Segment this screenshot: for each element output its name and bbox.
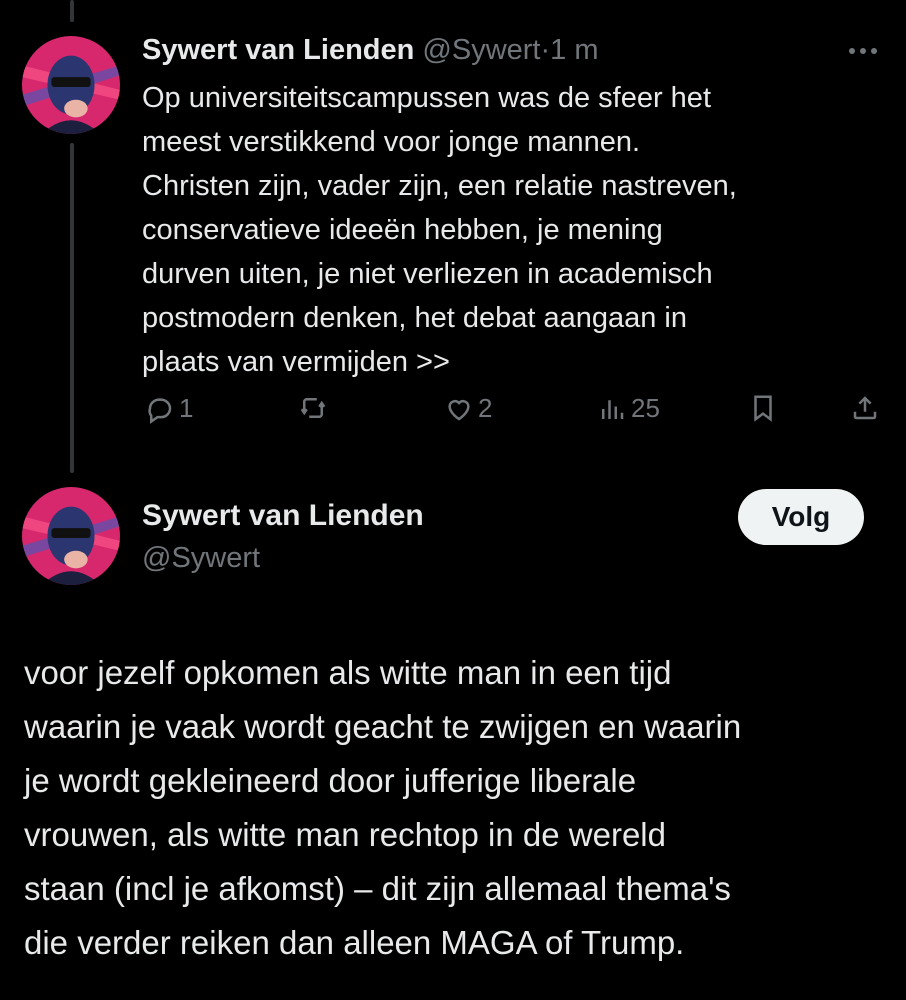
more-icon[interactable] [843,36,883,66]
thread-line-top [70,0,74,22]
author-name[interactable]: Sywert van Lienden [142,496,424,536]
share-button[interactable] [850,393,880,423]
main-tweet-text: voor jezelf opkomen als witte man in een… [24,654,742,961]
avatar[interactable] [22,36,120,134]
avatar-image [22,487,120,585]
views-button[interactable]: 25 [597,393,660,424]
tweet-actions: 1 2 25 [0,393,906,439]
author-handle[interactable]: @Sywert [142,538,260,578]
bookmark-icon [754,395,772,422]
reply-count: 1 [179,393,194,423]
reply-tweet-text: Op universiteitscampussen was de sfeer h… [142,82,737,378]
reply-tweet-header: Sywert van Lienden @Sywert·1 m [142,28,599,72]
views-count: 25 [631,393,660,423]
timestamp[interactable]: 1 m [550,34,598,66]
author-handle[interactable]: @Sywert [422,34,540,66]
like-count: 2 [478,393,493,423]
like-button[interactable]: 2 [444,393,492,424]
avatar[interactable] [22,487,120,585]
retweet-icon [300,398,326,418]
like-icon [448,399,470,420]
separator: · [540,34,551,66]
bookmark-button[interactable] [748,393,778,423]
follow-button[interactable]: Volg [738,489,864,545]
share-icon [853,396,877,420]
author-name[interactable]: Sywert van Lienden [142,34,414,66]
reply-icon [148,397,172,424]
reply-button[interactable]: 1 [145,393,193,424]
avatar-image [22,36,120,134]
retweet-button[interactable] [298,393,332,423]
views-icon [602,399,624,419]
